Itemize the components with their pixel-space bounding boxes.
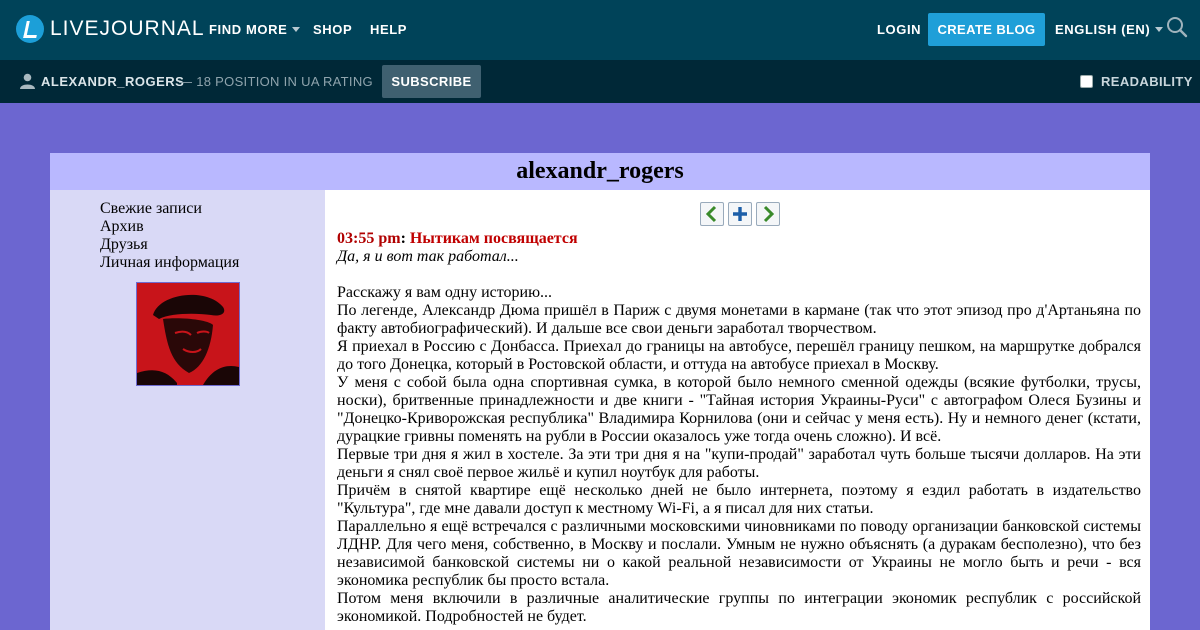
user-icon (20, 73, 35, 89)
post-paragraph: По легенде, Александр Дюма пришёл в Пари… (337, 302, 1141, 337)
readability-checkbox[interactable] (1080, 75, 1093, 88)
post-paragraph: Потом меня включили в различные аналитич… (337, 590, 1141, 625)
subscribe-button[interactable]: SUBSCRIBE (382, 65, 481, 98)
shop-link[interactable]: SHOP (313, 22, 352, 37)
post-time: 03:55 pm (337, 230, 401, 247)
plus-icon[interactable] (728, 202, 752, 226)
language-selector[interactable]: ENGLISH (EN) (1055, 22, 1164, 37)
sidebar-item-archive[interactable]: Архив (100, 218, 239, 236)
brand-name[interactable]: LIVEJOURNAL (50, 17, 205, 41)
post-entry: 03:55 pm: Нытикам посвящается Да, я и во… (337, 230, 1141, 626)
post-paragraph: Параллельно я ещё встречался с различным… (337, 518, 1141, 589)
arrow-right-icon[interactable] (756, 202, 780, 226)
post-paragraph: Расскажу я вам одну историю... (337, 284, 553, 301)
chevron-down-icon (292, 27, 301, 33)
sidebar-links: Свежие записи Архив Друзья Личная информ… (100, 200, 239, 272)
journal-title: alexandr_rogers (50, 153, 1150, 190)
create-blog-button[interactable]: CREATE BLOG (928, 13, 1045, 46)
post-paragraph: Я приехал в Россию с Донбасса. Приехал д… (337, 338, 1141, 373)
search-icon[interactable] (1166, 16, 1188, 38)
post-paragraph: У меня с собой была одна спортивная сумк… (337, 374, 1141, 445)
post-title[interactable]: Нытикам посвящается (410, 230, 578, 247)
find-more-menu[interactable]: FIND MORE (209, 22, 301, 37)
rating-text: — 18 POSITION IN UA RATING (179, 74, 373, 89)
post-paragraph: Причём в снятой квартире ещё несколько д… (337, 482, 1141, 517)
arrow-left-icon[interactable] (700, 202, 724, 226)
journal-username[interactable]: ALEXANDR_ROGERS (41, 74, 184, 89)
sidebar-item-profile[interactable]: Личная информация (100, 254, 239, 272)
livejournal-logo-icon[interactable] (16, 15, 44, 43)
post-paragraph: Первые три дня я жил в хостеле. За эти т… (337, 446, 1141, 481)
language-label: ENGLISH (EN) (1055, 22, 1151, 37)
help-link[interactable]: HELP (370, 22, 407, 37)
post-time-separator: : (400, 230, 406, 247)
find-more-label: FIND MORE (209, 22, 288, 37)
sidebar-item-recent[interactable]: Свежие записи (100, 200, 239, 218)
readability-label[interactable]: READABILITY (1101, 74, 1193, 89)
login-link[interactable]: LOGIN (877, 22, 921, 37)
sidebar-item-friends[interactable]: Друзья (100, 236, 239, 254)
avatar[interactable] (136, 282, 240, 386)
chevron-down-icon (1155, 27, 1164, 33)
post-subtitle: Да, я и вот так работал... (337, 248, 519, 265)
